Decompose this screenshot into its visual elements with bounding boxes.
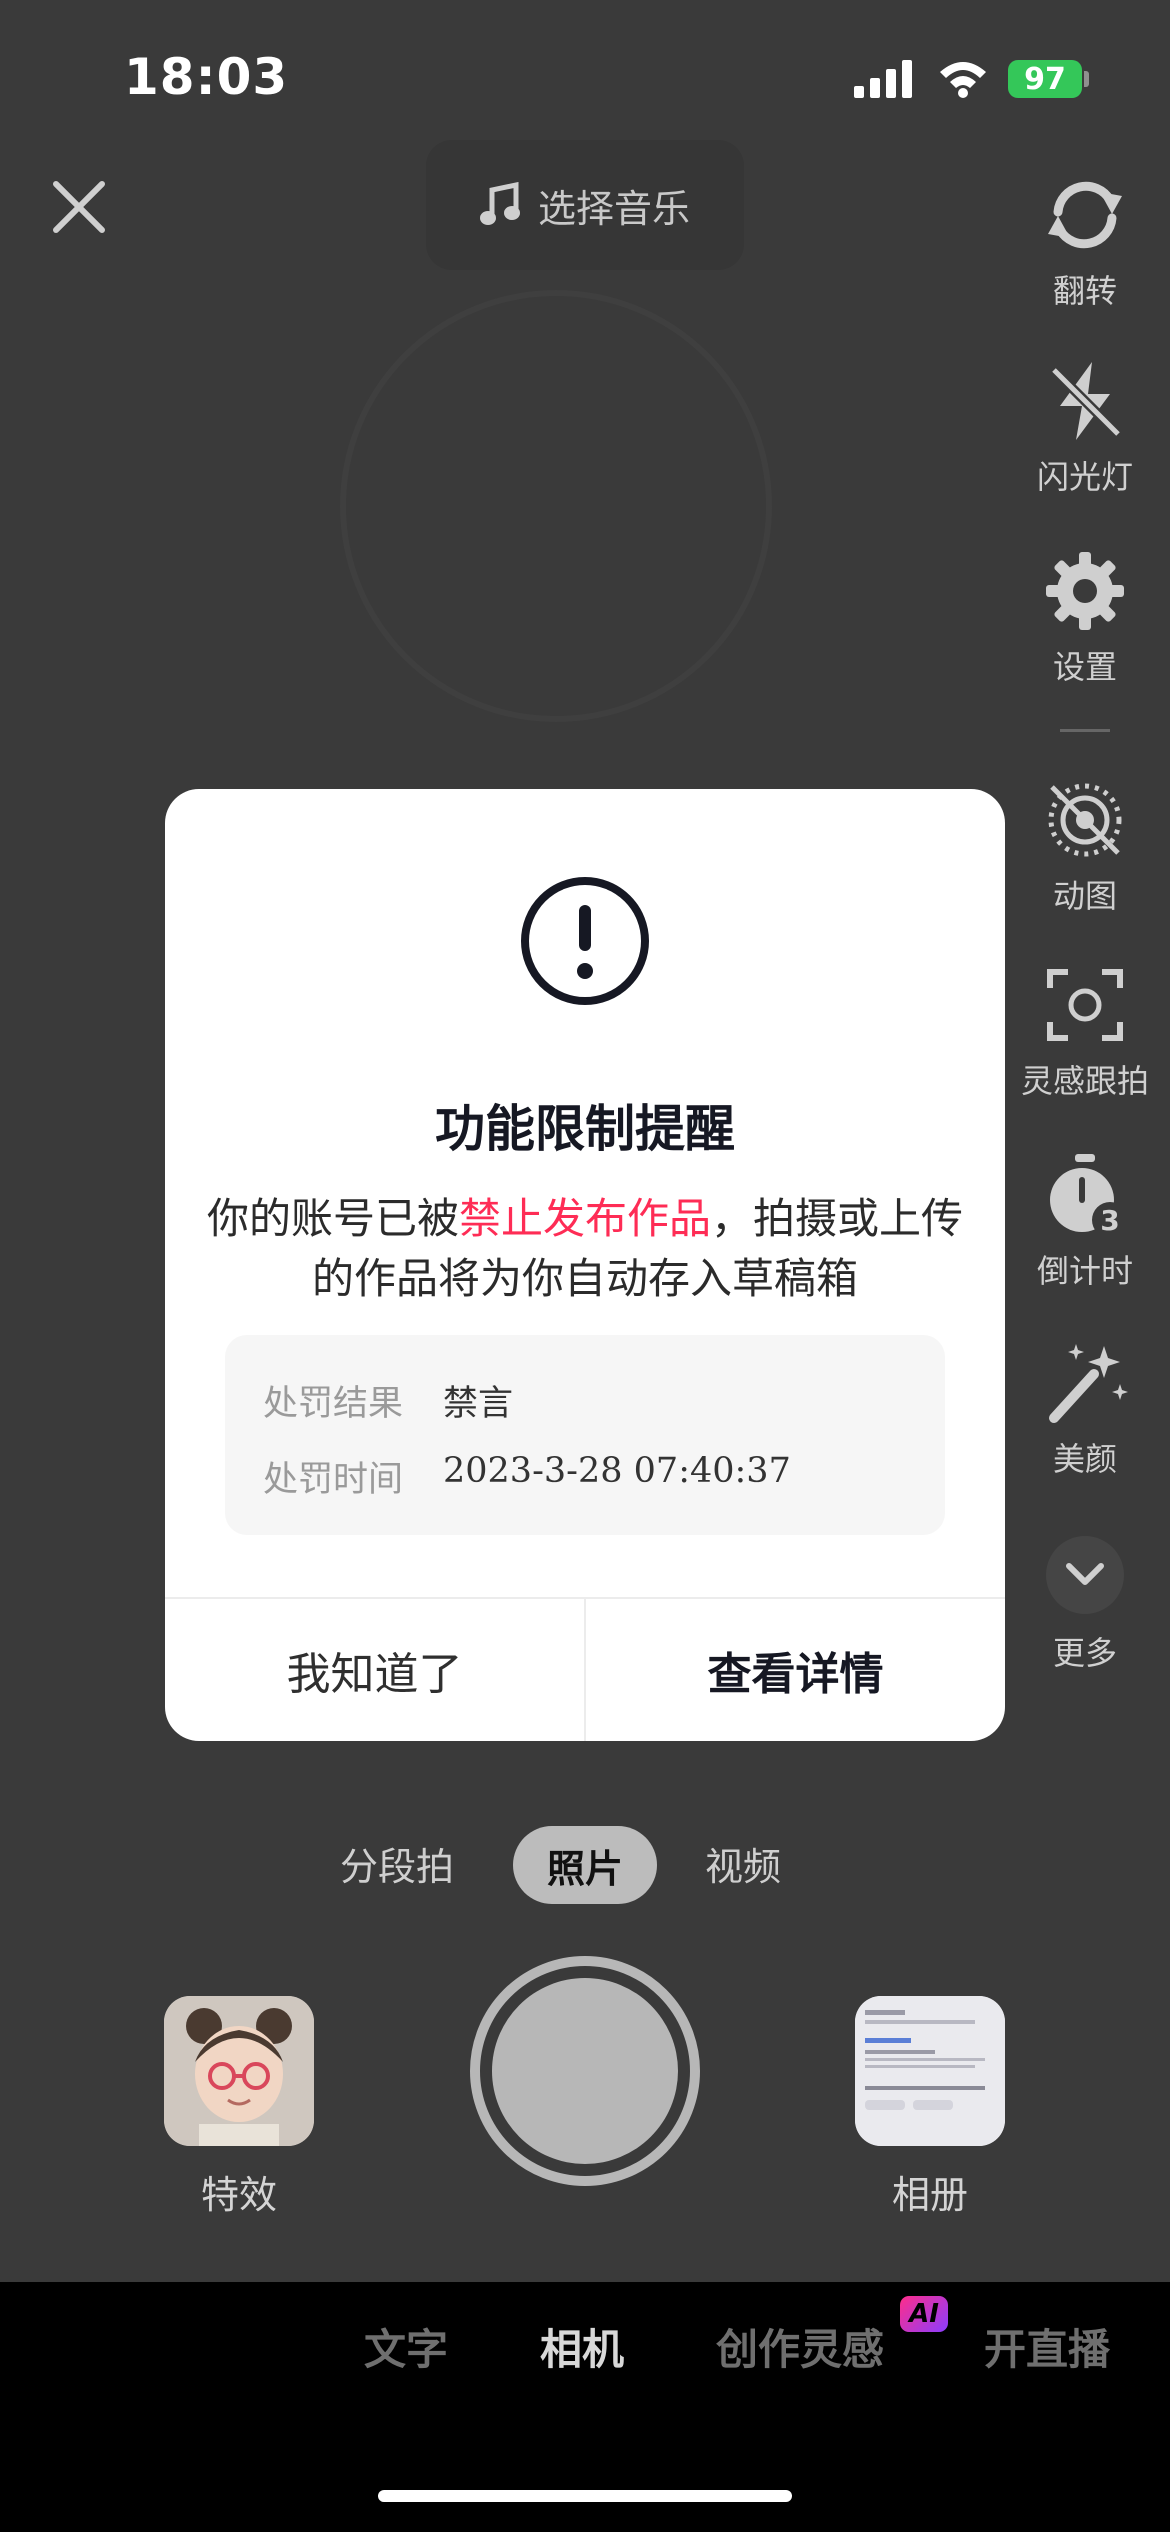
rail-beauty[interactable]: 美颜 <box>1005 1338 1165 1480</box>
close-icon[interactable] <box>48 176 110 238</box>
status-time: 18:03 <box>124 48 289 106</box>
rail-flip[interactable]: 翻转 <box>1005 170 1165 312</box>
dialog-title: 功能限制提醒 <box>435 1100 735 1158</box>
flip-camera-icon <box>1048 181 1122 249</box>
select-music-button[interactable]: 选择音乐 <box>426 140 744 270</box>
nav-text[interactable]: 文字 <box>364 2316 448 2377</box>
time-label: 处罚时间 <box>263 1460 404 1500</box>
rail-timer[interactable]: 3 倒计时 <box>1005 1150 1165 1292</box>
mode-photo[interactable]: 照片 <box>513 1826 657 1904</box>
rail-beauty-label: 美颜 <box>1052 1440 1117 1478</box>
timer-3-icon: 3 <box>1050 1154 1128 1238</box>
rail-flash[interactable]: 闪光灯 <box>1005 356 1165 498</box>
time-value: 2023-3-28 07:40:37 <box>443 1451 791 1491</box>
live-photo-off-icon <box>1048 783 1122 857</box>
desc-highlight: 禁止发布作品 <box>458 1194 711 1243</box>
rail-settings-label: 设置 <box>1052 648 1117 686</box>
wifi-icon <box>940 62 986 98</box>
rail-live-photo[interactable]: 动图 <box>1005 775 1165 917</box>
rail-inspiration-track[interactable]: 灵感跟拍 <box>1005 960 1165 1102</box>
rail-divider <box>1060 729 1110 732</box>
rail-flash-label: 闪光灯 <box>1036 458 1133 496</box>
album-label: 相册 <box>891 2173 968 2217</box>
rail-more-label: 更多 <box>1052 1634 1117 1672</box>
inspiration-track-icon <box>1047 969 1123 1041</box>
view-details-button[interactable]: 查看详情 <box>586 1599 1005 1741</box>
beauty-wand-icon <box>1049 1344 1128 1423</box>
exclamation-circle-icon <box>521 877 649 1005</box>
mode-segment[interactable]: 分段拍 <box>340 1836 454 1891</box>
penalty-info-box: 处罚结果 禁言 处罚时间 2023-3-28 07:40:37 <box>225 1335 945 1535</box>
dialog-description: 你的账号已被禁止发布作品，拍摄或上传的作品将为你自动存入草稿箱 <box>205 1189 965 1309</box>
result-value: 禁言 <box>443 1384 514 1424</box>
home-indicator <box>378 2490 792 2502</box>
album-thumbnail[interactable] <box>855 1996 1005 2146</box>
settings-gear-icon <box>1046 552 1124 630</box>
cellular-signal-icon <box>854 60 912 98</box>
rail-live-photo-label: 动图 <box>1052 877 1117 915</box>
effects-label: 特效 <box>200 2173 277 2217</box>
effects-thumbnail[interactable] <box>164 1996 314 2146</box>
desc-prefix: 你的账号已被 <box>206 1194 459 1243</box>
rail-inspiration-track-label: 灵感跟拍 <box>1020 1062 1149 1100</box>
flash-off-icon <box>1050 362 1122 440</box>
svg-text:3: 3 <box>1100 1204 1119 1237</box>
music-note-icon <box>479 182 520 225</box>
effects-avatar-image <box>164 1996 314 2146</box>
rail-timer-label: 倒计时 <box>1036 1252 1133 1290</box>
nav-go-live[interactable]: 开直播 <box>984 2316 1110 2377</box>
more-button-circle <box>1046 1536 1124 1614</box>
shutter-button[interactable] <box>492 1978 678 2164</box>
rail-more[interactable]: 更多 <box>1005 1536 1165 1674</box>
nav-camera[interactable]: 相机 <box>540 2316 624 2377</box>
dismiss-button[interactable]: 我知道了 <box>165 1599 584 1741</box>
select-music-label: 选择音乐 <box>537 186 690 231</box>
mode-video[interactable]: 视频 <box>705 1836 781 1891</box>
result-label: 处罚结果 <box>263 1384 404 1424</box>
chevron-down-icon <box>1066 1563 1104 1585</box>
battery-tip <box>1084 71 1089 87</box>
ai-badge: AI <box>900 2296 948 2332</box>
nav-inspiration[interactable]: 创作灵感 <box>716 2316 884 2377</box>
rail-settings[interactable]: 设置 <box>1005 546 1165 688</box>
album-preview-image <box>855 1996 1005 2146</box>
rail-flip-label: 翻转 <box>1052 272 1117 310</box>
restriction-dialog: 功能限制提醒 你的账号已被禁止发布作品，拍摄或上传的作品将为你自动存入草稿箱 处… <box>165 789 1005 1741</box>
camera-preview-ghost <box>340 290 772 722</box>
battery-indicator: 97 <box>1008 60 1082 98</box>
